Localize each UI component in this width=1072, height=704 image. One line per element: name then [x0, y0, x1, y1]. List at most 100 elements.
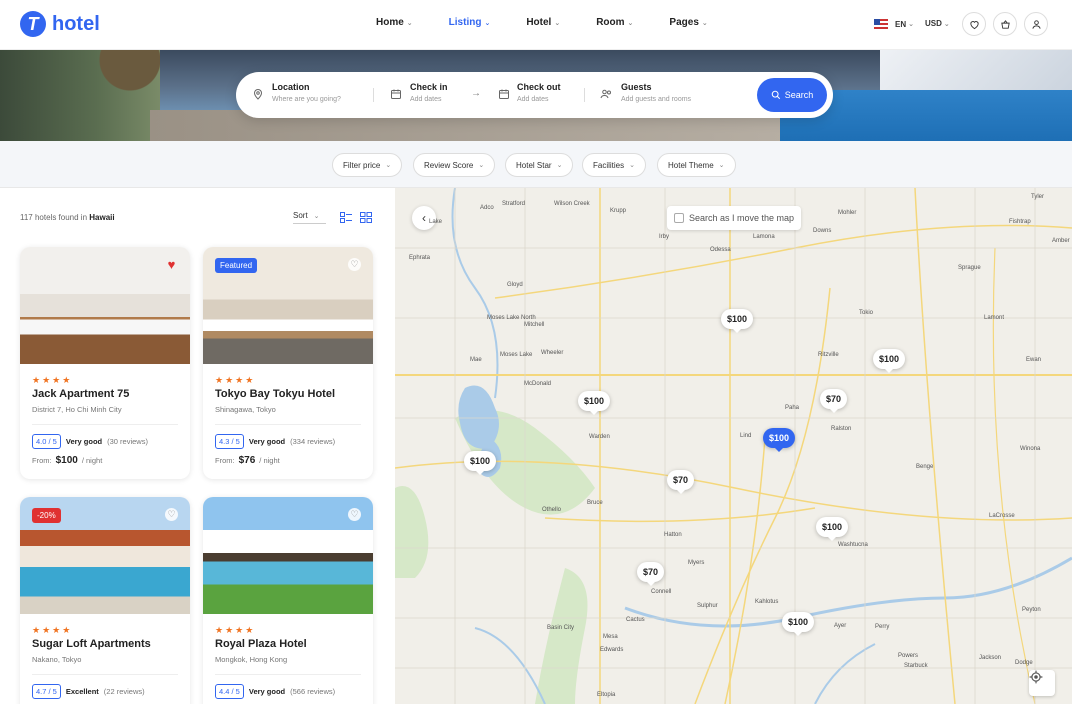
map-town-label: Connell [651, 589, 672, 595]
map-price-pin[interactable]: $70 [637, 562, 665, 586]
search-as-move-toggle[interactable]: Search as I move the map [667, 206, 802, 230]
brand-logo[interactable]: T hotel [20, 11, 100, 37]
map-town-label: Wheeler [541, 350, 564, 356]
map-town-label: Peyton [1022, 607, 1041, 613]
map-town-label: Bruce [587, 500, 603, 506]
map-town-label: Washtucna [838, 542, 868, 548]
wishlist-button[interactable] [962, 12, 986, 36]
map-price-pin[interactable]: $70 [820, 389, 848, 413]
hero-palm-image [0, 50, 160, 141]
star-rating: ★★★★ [32, 375, 73, 385]
chevron-down-icon: ⌄ [406, 19, 413, 27]
map-price-pin[interactable]: $70 [667, 470, 695, 494]
facilities-dropdown[interactable]: Facilities ⌄ [582, 153, 646, 177]
map-town-label: Basin City [547, 625, 575, 631]
divider [215, 674, 361, 675]
map-price-pin[interactable]: $100 [578, 391, 611, 415]
map-town-label: Mohler [838, 210, 857, 216]
nav-listing[interactable]: Listing ⌄ [449, 17, 491, 28]
grid-view-icon[interactable] [360, 212, 372, 223]
map-town-label: Dodge [1015, 660, 1033, 666]
currency-selector[interactable]: USD ⌄ [925, 19, 950, 28]
rating-verdict: Very good [65, 437, 103, 446]
filter-price-dropdown[interactable]: Filter price ⌄ [332, 153, 403, 177]
my-location-button[interactable] [1029, 670, 1055, 696]
search-bar: Location Where are you going? Check in A… [236, 72, 833, 118]
nav-hotel[interactable]: Hotel ⌄ [526, 17, 560, 28]
hotel-name[interactable]: Sugar Loft Apartments [32, 638, 151, 650]
search-button[interactable]: Search [757, 78, 827, 112]
facilities-label: Facilities [593, 160, 625, 170]
map-price-pin[interactable]: $100 [782, 612, 815, 636]
cart-button[interactable] [993, 12, 1017, 36]
map-town-label: Ayer [834, 623, 847, 629]
divider [215, 424, 361, 425]
map-price-pin[interactable]: $100 [721, 309, 754, 333]
chevron-down-icon: ⌄ [385, 162, 392, 169]
hotel-location: District 7, Ho Chi Minh City [32, 405, 122, 414]
map-town-label: Krupp [610, 208, 627, 214]
featured-badge: Featured [215, 258, 258, 273]
heart-icon[interactable]: ♡ [165, 508, 178, 521]
list-view-icon[interactable] [340, 212, 352, 223]
check-in-field[interactable]: Check in Add dates [410, 82, 448, 103]
map-price-pin[interactable]: $100 [464, 451, 497, 475]
hotel-rating: 4.3 / 5 Very good (334 reviews) [215, 434, 335, 449]
check-out-label: Check out [517, 82, 561, 92]
map-price-pin-selected[interactable]: $100 [763, 428, 796, 452]
map-price-pin[interactable]: $100 [873, 349, 906, 373]
map-town-label: Kahlotus [755, 599, 779, 605]
hotel-name[interactable]: Jack Apartment 75 [32, 388, 129, 400]
hotel-star-dropdown[interactable]: Hotel Star ⌄ [505, 153, 574, 177]
map-town-label: Othello [542, 507, 562, 513]
heart-icon[interactable]: ♡ [348, 508, 361, 521]
hotel-price: From: $100 / night [32, 455, 102, 466]
map-town-label: Odessa [710, 247, 731, 253]
hotel-name[interactable]: Tokyo Bay Tokyu Hotel [215, 388, 335, 400]
guests-icon [600, 88, 613, 103]
hotel-card[interactable]: ♥ ★★★★ Jack Apartment 75 District 7, Ho … [20, 247, 190, 479]
hotel-location: Nakano, Tokyo [32, 655, 82, 664]
nav-room[interactable]: Room ⌄ [596, 17, 633, 28]
chevron-down-icon: ⌄ [943, 20, 950, 28]
chevron-down-icon: ⌄ [627, 19, 634, 27]
nav-home[interactable]: Home ⌄ [376, 17, 413, 28]
chevron-down-icon: ⌄ [556, 162, 563, 169]
divider [32, 424, 178, 425]
hotel-card[interactable]: -20% ♡ ★★★★ Sugar Loft Apartments Nakano… [20, 497, 190, 704]
hotel-name[interactable]: Royal Plaza Hotel [215, 638, 307, 650]
check-in-label: Check in [410, 82, 448, 92]
map-town-label: Stratford [502, 201, 526, 207]
hotel-location: Shinagawa, Tokyo [215, 405, 276, 414]
logo-mark-icon: T [20, 11, 46, 37]
language-selector[interactable]: EN ⌄ [874, 19, 914, 29]
heart-icon[interactable]: ♡ [348, 258, 361, 271]
check-out-field[interactable]: Check out Add dates [517, 82, 561, 103]
hotel-theme-dropdown[interactable]: Hotel Theme ⌄ [657, 153, 736, 177]
discount-badge: -20% [32, 508, 61, 523]
hotel-card[interactable]: ♡ ★★★★ Royal Plaza Hotel Mongkok, Hong K… [203, 497, 373, 704]
price-unit: / night [81, 456, 103, 465]
results-map[interactable]: ‹ Search as I move the map $100 $100 $10… [395, 188, 1072, 704]
rating-verdict: Excellent [65, 687, 99, 696]
review-score-dropdown[interactable]: Review Score ⌄ [413, 153, 496, 177]
nav-pages[interactable]: Pages ⌄ [669, 17, 707, 28]
map-town-label: Eltopia [597, 692, 616, 698]
account-button[interactable] [1024, 12, 1048, 36]
price-prefix: From: [32, 456, 52, 465]
heart-icon[interactable]: ♥ [165, 257, 178, 272]
map-town-label: Ritzville [818, 352, 839, 358]
location-field[interactable]: Location Where are you going? [272, 82, 341, 103]
hotel-card[interactable]: Featured ♡ ★★★★ Tokyo Bay Tokyu Hotel Sh… [203, 247, 373, 479]
collapse-map-button[interactable]: ‹ [412, 206, 436, 230]
map-town-label: Edwards [600, 647, 624, 653]
map-town-label: Lamona [753, 234, 775, 240]
map-town-label: Fishtrap [1009, 219, 1031, 225]
map-price-pin[interactable]: $100 [816, 517, 849, 541]
top-header: T hotel Home ⌄ Listing ⌄ Hotel ⌄ Room ⌄ Page… [0, 0, 1072, 50]
sort-dropdown[interactable]: Sort ⌄ [293, 211, 326, 224]
map-town-label: Mitchell [524, 322, 545, 328]
calendar-icon [390, 88, 402, 103]
guests-field[interactable]: Guests Add guests and rooms [621, 82, 691, 103]
map-town-label: Tokio [859, 310, 874, 316]
